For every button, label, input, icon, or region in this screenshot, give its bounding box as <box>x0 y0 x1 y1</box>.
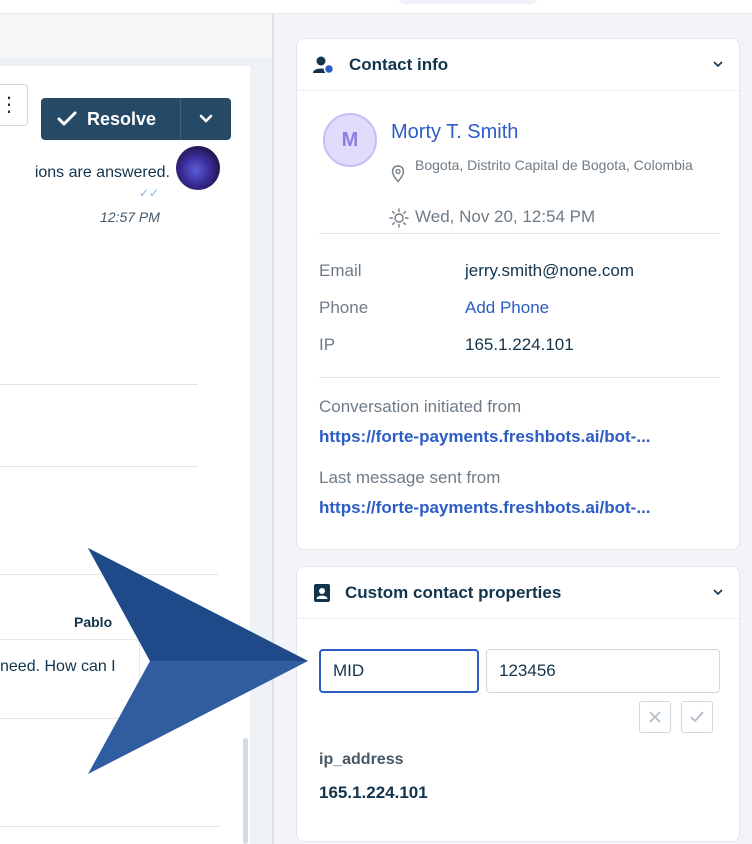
resolve-button[interactable]: Resolve <box>41 98 231 140</box>
divider <box>0 826 220 827</box>
contact-name[interactable]: Morty T. Smith <box>391 121 518 144</box>
divider <box>319 233 719 234</box>
custom-properties-title: Custom contact properties <box>345 582 562 602</box>
check-icon <box>57 111 77 126</box>
check-icon <box>690 711 704 723</box>
property-name: ip_address <box>319 751 404 768</box>
close-icon <box>649 711 661 723</box>
conversation-header <box>0 14 272 58</box>
scrollbar[interactable] <box>243 738 248 844</box>
top-bar <box>0 0 752 14</box>
save-button[interactable] <box>681 701 713 733</box>
divider <box>0 466 198 467</box>
contact-avatar: M <box>323 113 377 167</box>
top-pill <box>398 0 538 4</box>
property-value: 165.1.224.101 <box>319 783 428 802</box>
contact-location: Bogota, Distrito Capital de Bogota, Colo… <box>415 157 693 173</box>
contact-info-header[interactable]: Contact info <box>297 39 739 91</box>
resolve-main[interactable]: Resolve <box>41 98 181 140</box>
last-message-url-link[interactable]: https://forte-payments.freshbots.ai/bot-… <box>319 498 651 518</box>
email-value: jerry.smith@none.com <box>465 261 635 280</box>
divider <box>0 574 218 575</box>
custom-properties-header[interactable]: Custom contact properties <box>297 567 739 619</box>
resolve-dropdown-button[interactable] <box>181 114 231 124</box>
pane-divider <box>272 14 274 844</box>
email-label: Email <box>319 261 362 280</box>
phone-label: Phone <box>319 298 369 317</box>
property-value-input[interactable]: 123456 <box>486 649 720 693</box>
sun-icon <box>389 208 409 228</box>
contact-info-card: Contact info M Morty T. Smith Bogota, Di… <box>296 38 740 550</box>
custom-properties-card: Custom contact properties MID 123456 ip_… <box>296 566 740 842</box>
bubble-text: need. How can I <box>0 658 116 675</box>
chevron-down-icon[interactable] <box>711 57 725 71</box>
last-message-label: Last message sent from <box>319 468 501 487</box>
property-key-input[interactable]: MID <box>319 649 479 693</box>
contact-person-icon <box>313 56 335 74</box>
chevron-down-icon <box>199 114 213 123</box>
resolve-label: Resolve <box>87 108 157 129</box>
double-check-icon: ✓✓ <box>139 186 160 200</box>
contact-info-title: Contact info <box>349 54 449 74</box>
message-bubble <box>0 639 140 719</box>
ip-label: IP <box>319 335 336 354</box>
initiated-url-link[interactable]: https://forte-payments.freshbots.ai/bot-… <box>319 427 651 447</box>
location-pin-icon <box>391 165 405 183</box>
contact-card-icon <box>314 583 330 602</box>
agent-avatar <box>176 146 220 190</box>
chevron-down-icon[interactable] <box>711 585 725 599</box>
initiated-label: Conversation initiated from <box>319 397 522 416</box>
message-time: 12:57 PM <box>100 209 160 225</box>
ip-value: 165.1.224.101 <box>465 335 574 354</box>
divider <box>0 384 198 385</box>
cancel-button[interactable] <box>639 701 671 733</box>
more-options-button[interactable]: ⋮ <box>0 84 28 126</box>
sender-name: Pablo <box>74 614 113 630</box>
contact-local-time: Wed, Nov 20, 12:54 PM <box>415 207 596 226</box>
message-text: ions are answered. <box>34 164 170 181</box>
divider <box>319 377 719 378</box>
kebab-icon: ⋮ <box>0 94 19 116</box>
add-phone-link[interactable]: Add Phone <box>465 298 549 318</box>
